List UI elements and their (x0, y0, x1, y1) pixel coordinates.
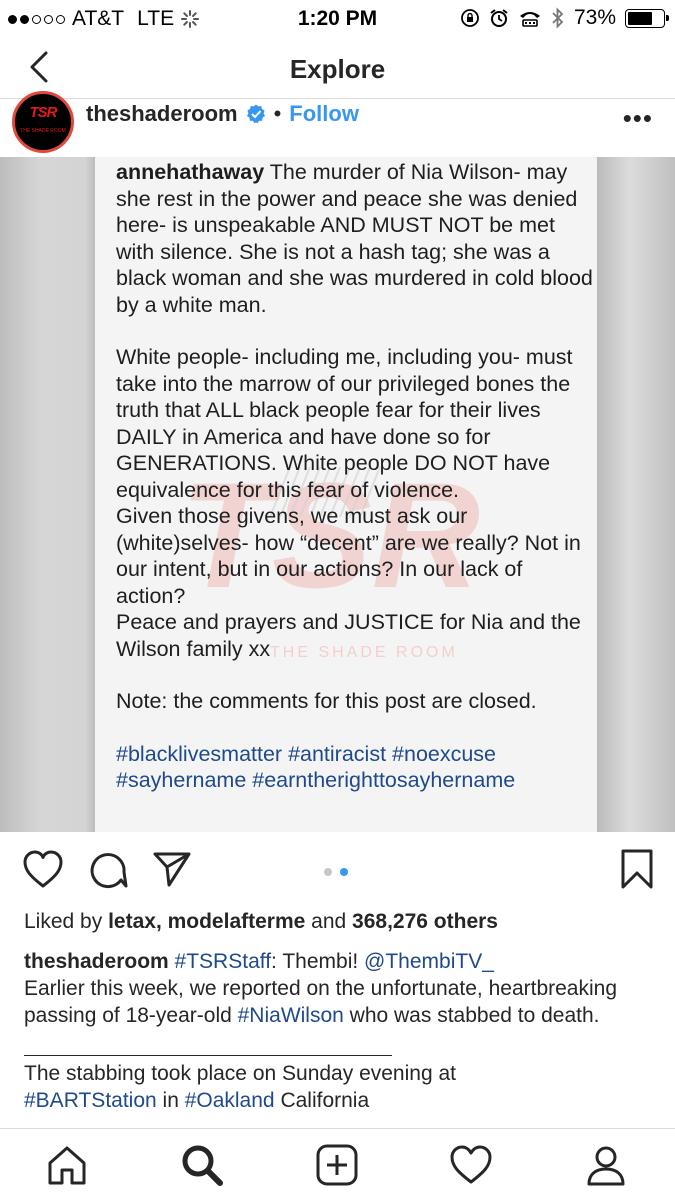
status-bar: AT&T LTE 1:20 PM 73% (0, 0, 675, 36)
carousel-pager (324, 868, 348, 876)
add-post-icon[interactable] (315, 1143, 359, 1187)
caption-hashtag-oakland[interactable]: #Oakland (185, 1089, 275, 1112)
post-actions (0, 840, 675, 906)
share-direct-icon[interactable] (152, 850, 192, 888)
battery-percent: 73% (573, 6, 616, 29)
post-header: TSR THE SHADE ROOM theshaderoom • Follow… (0, 91, 675, 157)
avatar[interactable]: TSR THE SHADE ROOM (12, 91, 74, 153)
avatar-logo: TSR (29, 104, 58, 121)
post-author-username[interactable]: theshaderoom (86, 101, 238, 127)
bookmark-icon[interactable] (620, 848, 654, 890)
comment-icon[interactable] (88, 850, 128, 890)
caption-line-3: The stabbing took place on Sunday evenin… (24, 1062, 456, 1085)
activity-heart-icon[interactable] (449, 1143, 493, 1187)
quote-paragraph-5: Note: the comments for this post are clo… (116, 689, 537, 713)
status-icons: 73% (460, 6, 669, 30)
caption-hashtag-tsrstaff[interactable]: #TSRStaff (175, 950, 272, 973)
avatar-subtitle: THE SHADE ROOM (20, 128, 66, 134)
bluetooth-icon (552, 7, 564, 29)
pager-dot-1 (324, 868, 332, 876)
post-image-text: annehathaway The murder of Nia Wilson- m… (116, 159, 596, 794)
battery-icon (625, 8, 669, 28)
likes-summary[interactable]: Liked by letax, modelafterme and 368,276… (24, 910, 498, 934)
like-heart-icon[interactable] (22, 850, 64, 890)
orientation-lock-icon (461, 9, 479, 27)
more-options-icon[interactable]: ••• (623, 103, 653, 134)
bottom-tab-bar (0, 1128, 675, 1201)
pager-dot-2 (340, 868, 348, 876)
caption-line-1: theshaderoom #TSRStaff: Thembi! @ThembiT… (24, 950, 494, 973)
caption-hashtag-bart[interactable]: #BARTStation (24, 1089, 157, 1112)
liked-by-user-2[interactable]: modelafterme (168, 910, 306, 933)
caption-hashtag-niawilson[interactable]: #NiaWilson (238, 1004, 344, 1027)
post-image[interactable]: TSR THE SHADE ROOM annehathaway The murd… (0, 157, 675, 832)
likes-count[interactable]: 368,276 others (352, 910, 498, 933)
caption-line-2: Earlier this week, we reported on the un… (24, 977, 618, 1027)
liked-by-user-1[interactable]: letax (108, 910, 156, 933)
quote-username: annehathaway (116, 160, 265, 184)
post-author-row: theshaderoom • Follow (86, 101, 359, 127)
post-caption: theshaderoom #TSRStaff: Thembi! @ThembiT… (24, 948, 654, 1114)
quote-paragraph-3: Given those givens, we must ask our (whi… (116, 504, 581, 608)
alarm-icon (490, 9, 508, 27)
quote-hashtags: #blacklivesmatter #antiracist #noexcuse … (116, 741, 516, 793)
verified-badge-icon (246, 104, 265, 124)
caption-divider (24, 1029, 392, 1056)
tty-icon (519, 12, 540, 27)
caption-mention[interactable]: @ThembiTV_ (364, 950, 494, 973)
page-title: Explore (289, 54, 386, 84)
caption-line-4: #BARTStation in #Oakland California (24, 1089, 370, 1112)
navigation-bar: Explore (0, 36, 675, 104)
quote-paragraph-2: White people- including me, including yo… (116, 345, 573, 502)
caption-username[interactable]: theshaderoom (24, 950, 169, 973)
quote-paragraph-1: annehathaway The murder of Nia Wilson- m… (116, 160, 593, 317)
separator-dot: • (273, 101, 282, 126)
follow-button[interactable]: Follow (289, 101, 359, 127)
home-icon[interactable] (45, 1143, 89, 1187)
profile-icon[interactable] (584, 1143, 628, 1187)
quote-paragraph-4: Peace and prayers and JUSTICE for Nia an… (116, 610, 581, 661)
search-icon[interactable] (180, 1143, 224, 1187)
